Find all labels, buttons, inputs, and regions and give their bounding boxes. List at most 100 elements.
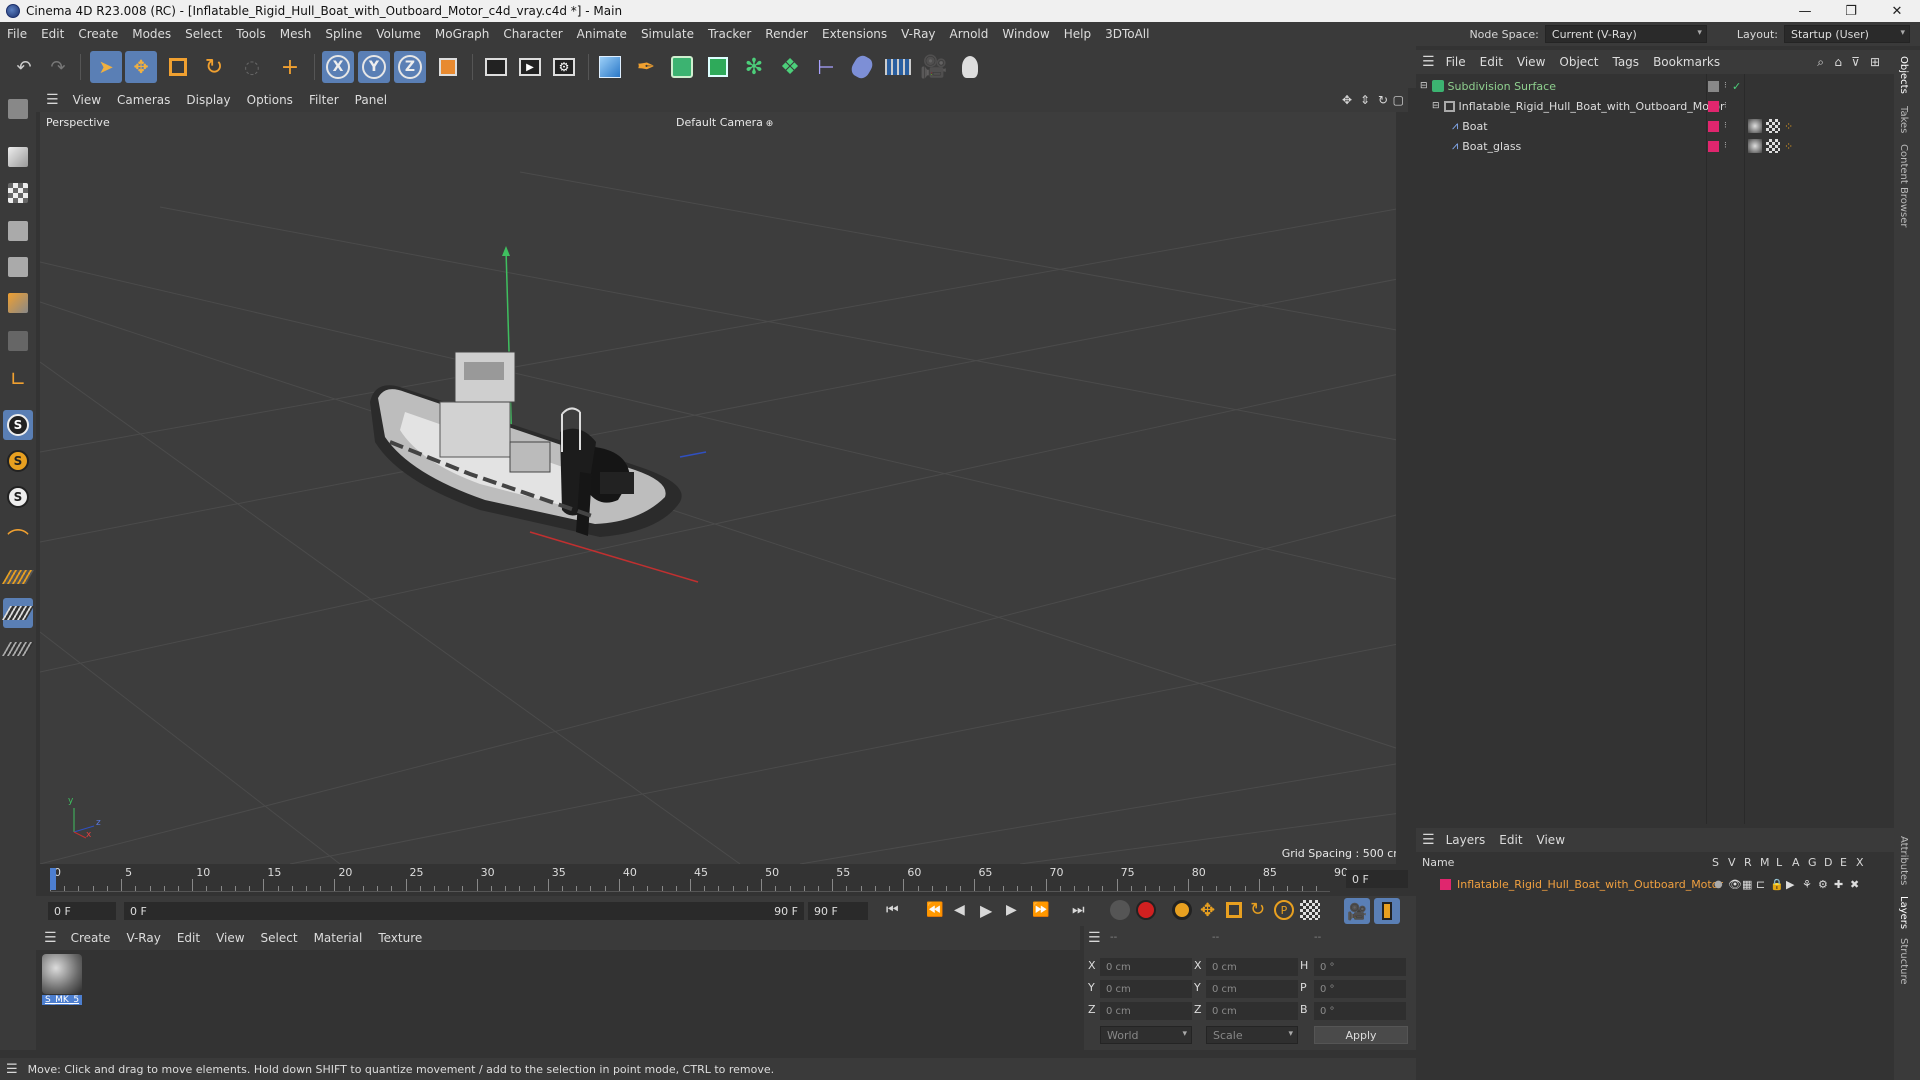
home-icon[interactable]: ⌂ <box>1834 55 1842 69</box>
play-button[interactable]: ▶ <box>980 901 992 920</box>
menu-character[interactable]: Character <box>496 27 569 41</box>
render-picture-viewer-button[interactable]: ▶ <box>514 51 546 83</box>
close-button[interactable]: ✕ <box>1874 0 1920 22</box>
layer-flag-header[interactable]: M <box>1760 856 1770 869</box>
coordinate-space-dropdown[interactable]: World ▾ <box>1100 1026 1192 1044</box>
layer-flag-header[interactable]: A <box>1792 856 1800 869</box>
enabled-check-icon[interactable]: ✓ <box>1732 80 1741 93</box>
maximize-button[interactable]: ❐ <box>1828 0 1874 22</box>
rotate-view-icon[interactable]: ↻ <box>1378 93 1388 107</box>
cloner-button[interactable]: ✻ <box>738 51 770 83</box>
uvw-tag-icon[interactable] <box>1766 119 1780 133</box>
cube-button[interactable] <box>594 51 626 83</box>
object-row[interactable]: ⊟ Inflatable_Rigid_Hull_Boat_with_Outboa… <box>1416 96 1894 116</box>
field-button[interactable] <box>846 51 878 83</box>
menu-mograph[interactable]: MoGraph <box>428 27 497 41</box>
menu-create[interactable]: Create <box>71 27 125 41</box>
pan-view-icon[interactable]: ✥ <box>1342 93 1352 107</box>
motion-mode-button[interactable]: 🎥 <box>1344 898 1370 924</box>
menu-spline[interactable]: Spline <box>318 27 369 41</box>
menu-arnold[interactable]: Arnold <box>943 27 996 41</box>
boat-model[interactable] <box>370 351 682 537</box>
object-row[interactable]: ⩘ Boat ⁝ ⁘ <box>1416 116 1894 136</box>
node-space-dropdown[interactable]: Current (V-Ray) ▾ <box>1544 25 1707 43</box>
floor-button[interactable] <box>882 51 914 83</box>
collapse-icon[interactable]: ⊟ <box>1432 101 1440 111</box>
key-scale-icon[interactable] <box>1226 902 1242 918</box>
layer-flag-header[interactable]: E <box>1840 856 1847 869</box>
layer-flag-header[interactable]: X <box>1856 856 1864 869</box>
snap-settings-button[interactable]: S <box>3 446 33 476</box>
material-tag-icon[interactable] <box>1748 119 1762 133</box>
next-frame-button[interactable]: ▶ <box>1006 902 1017 918</box>
layout-dropdown[interactable]: Startup (User) ▾ <box>1784 25 1910 43</box>
make-editable-button[interactable] <box>3 94 33 124</box>
layer-menu-layers[interactable]: Layers <box>1439 833 1493 847</box>
move-tool-button[interactable]: ✥ <box>125 51 157 83</box>
key-position-icon[interactable]: ✥ <box>1200 900 1215 921</box>
minimize-button[interactable]: — <box>1782 0 1828 22</box>
pos-y-field[interactable]: 0 cm <box>1100 980 1192 998</box>
key-pla-icon[interactable] <box>1300 900 1320 920</box>
previous-frame-button[interactable]: ◀ <box>954 902 965 918</box>
visibility-dots-icon[interactable]: ⁝ <box>1724 81 1727 91</box>
menu-window[interactable]: Window <box>995 27 1056 41</box>
rot-b-field[interactable]: 0 ° <box>1314 1002 1406 1020</box>
size-z-field[interactable]: 0 cm <box>1206 1002 1298 1020</box>
tab-attributes[interactable]: Attributes <box>1898 836 1909 885</box>
coordinate-system-button[interactable] <box>432 51 464 83</box>
menu-simulate[interactable]: Simulate <box>634 27 701 41</box>
layer-row[interactable]: Inflatable_Rigid_Hull_Boat_with_Outboard… <box>1416 874 1894 894</box>
hamburger-icon[interactable]: ☰ <box>1422 832 1435 848</box>
layer-render-icon[interactable]: ▦ <box>1742 878 1752 891</box>
viewport-menu-filter[interactable]: Filter <box>301 93 347 107</box>
menu-modes[interactable]: Modes <box>125 27 178 41</box>
menu-tracker[interactable]: Tracker <box>701 27 758 41</box>
material-menu-vray[interactable]: V-Ray <box>118 931 168 945</box>
live-selection-button[interactable]: ➤ <box>90 51 122 83</box>
record-button[interactable] <box>1136 900 1156 920</box>
layer-animation-icon[interactable]: ▶ <box>1786 878 1794 891</box>
layer-deformers-icon[interactable]: ⚙ <box>1818 878 1828 891</box>
hamburger-icon[interactable]: ☰ <box>6 1062 18 1077</box>
material-menu-edit[interactable]: Edit <box>169 931 208 945</box>
pos-z-field[interactable]: 0 cm <box>1100 1002 1192 1020</box>
redo-button[interactable]: ↷ <box>42 51 74 83</box>
object-row[interactable]: ⩘ Boat_glass ⁝ ⁘ <box>1416 136 1894 156</box>
z-axis-handle[interactable] <box>679 451 707 458</box>
layer-menu-view[interactable]: View <box>1530 833 1572 847</box>
layer-flag-header[interactable]: L <box>1776 856 1782 869</box>
visibility-dots-icon[interactable]: ⁝ <box>1724 121 1727 131</box>
grid-button[interactable] <box>1 598 35 628</box>
go-to-start-button[interactable]: ⏮ <box>886 902 899 918</box>
recent-tools-button[interactable]: ◌ <box>236 51 268 83</box>
points-mode-button[interactable] <box>3 216 33 246</box>
next-key-button[interactable]: ⏩ <box>1032 902 1049 918</box>
layer-menu-edit[interactable]: Edit <box>1492 833 1529 847</box>
rot-h-field[interactable]: 0 ° <box>1314 958 1406 976</box>
snap-button[interactable]: S <box>3 410 33 440</box>
visibility-dots-icon[interactable]: ⁝ <box>1724 141 1727 151</box>
keyframe-icon[interactable] <box>1172 900 1192 920</box>
tab-content-browser[interactable]: Content Browser <box>1898 144 1909 227</box>
material-menu-view[interactable]: View <box>208 931 252 945</box>
object-menu-object[interactable]: Object <box>1552 55 1605 69</box>
layer-solo-icon[interactable]: ● <box>1714 879 1723 890</box>
workplane-button[interactable] <box>1 562 35 592</box>
scale-tool-button[interactable] <box>162 51 194 83</box>
menu-mesh[interactable]: Mesh <box>273 27 319 41</box>
pen-spline-button[interactable]: ✒ <box>630 51 662 83</box>
undo-button[interactable]: ↶ <box>8 51 40 83</box>
material-menu-texture[interactable]: Texture <box>370 931 430 945</box>
menu-extensions[interactable]: Extensions <box>815 27 894 41</box>
layer-lock-icon[interactable]: 🔒 <box>1770 878 1784 891</box>
lock-workplane-button[interactable] <box>1 634 35 664</box>
material-thumbnail[interactable]: S_MK_5 <box>42 954 82 1008</box>
size-x-field[interactable]: 0 cm <box>1206 958 1298 976</box>
layer-flag-header[interactable]: D <box>1824 856 1832 869</box>
viewport-menu-panel[interactable]: Panel <box>347 93 395 107</box>
subdivision-surface-button[interactable] <box>666 51 698 83</box>
menu-tools[interactable]: Tools <box>229 27 273 41</box>
render-settings-button[interactable]: ⚙ <box>548 51 580 83</box>
pos-x-field[interactable]: 0 cm <box>1100 958 1192 976</box>
